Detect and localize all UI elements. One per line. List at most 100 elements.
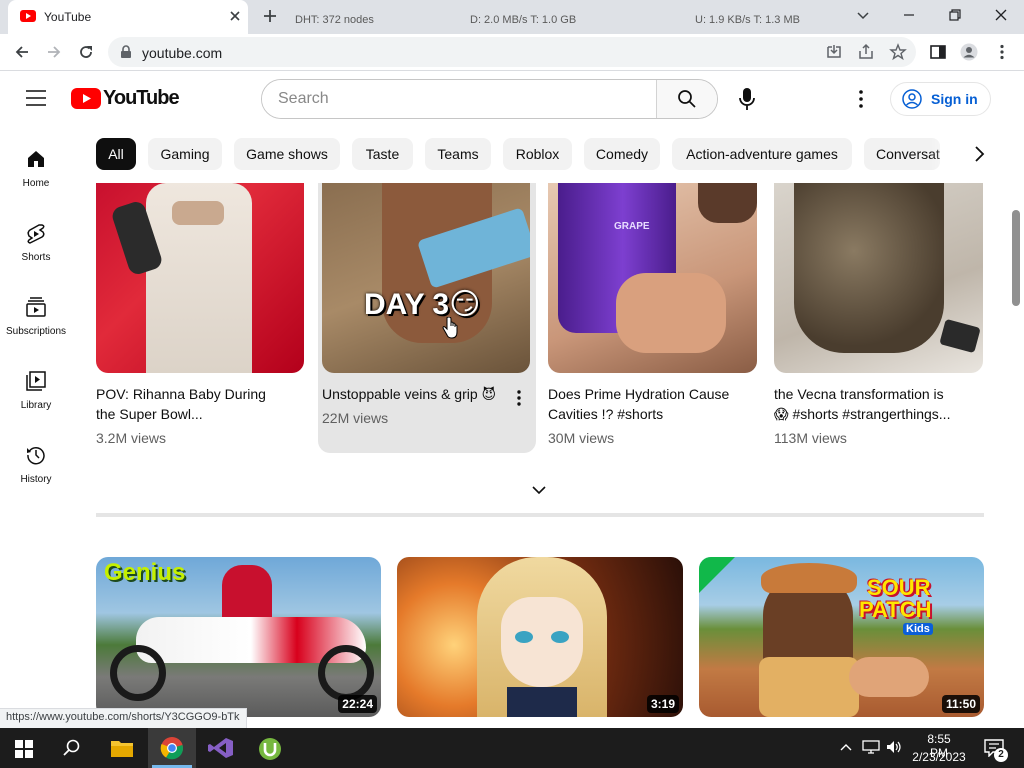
shorts-icon xyxy=(27,224,45,244)
more-actions-icon[interactable] xyxy=(511,389,527,407)
anime-face-shape xyxy=(501,597,583,687)
restore-icon[interactable] xyxy=(948,8,962,22)
search-icon xyxy=(678,90,696,108)
profile-avatar-icon[interactable] xyxy=(960,43,978,61)
sidebar-item-label: Subscriptions xyxy=(5,326,67,337)
search-box[interactable] xyxy=(261,79,718,119)
short-thumbnail[interactable]: GRAPE xyxy=(548,183,757,373)
browser-tab[interactable]: YouTube xyxy=(8,0,248,34)
view-count: 3.2M views xyxy=(96,430,167,446)
view-count: 30M views xyxy=(548,430,615,446)
search-button[interactable] xyxy=(656,80,717,118)
address-bar[interactable] xyxy=(108,37,916,67)
torrent-dht-status: DHT: 372 nodes xyxy=(295,14,374,26)
minimize-icon[interactable] xyxy=(902,8,916,22)
window-close-icon[interactable] xyxy=(994,8,1008,22)
figure-shape xyxy=(172,201,224,225)
duration-badge: 3:19 xyxy=(646,695,679,713)
short-title[interactable]: Unstoppable veins & grip 😈 xyxy=(322,384,502,404)
account-circle-icon xyxy=(902,89,922,109)
chevron-down-icon[interactable] xyxy=(856,8,870,22)
scrollbar-thumb[interactable] xyxy=(1012,210,1020,306)
short-title[interactable]: Does Prime Hydration Cause Cavities !? #… xyxy=(548,384,748,424)
address-text[interactable]: youtube.com xyxy=(142,45,222,61)
sidebar-item-shorts[interactable]: Shorts xyxy=(0,214,72,270)
hand-shape xyxy=(849,657,929,697)
back-icon[interactable] xyxy=(13,43,31,61)
volume-icon[interactable] xyxy=(886,740,902,754)
sidebar-item-subscriptions[interactable]: Subscriptions xyxy=(0,288,72,344)
forward-icon[interactable] xyxy=(45,43,63,61)
home-icon xyxy=(28,151,44,167)
video-thumbnail[interactable]: SOUR PATCH Kids 11:50 xyxy=(699,557,984,717)
history-icon xyxy=(27,446,45,465)
sidebar-item-history[interactable]: History xyxy=(0,436,72,492)
chip-roblox[interactable]: Roblox xyxy=(503,138,572,170)
short-title[interactable]: POV: Rihanna Baby During the Super Bowl.… xyxy=(96,384,296,424)
lock-icon[interactable] xyxy=(120,45,132,59)
visual-studio-icon[interactable] xyxy=(208,737,234,759)
chip-teams[interactable]: Teams xyxy=(425,138,491,170)
short-title[interactable]: the Vecna transformation is 😱 #shorts #s… xyxy=(774,384,974,424)
more-options-icon[interactable] xyxy=(852,89,870,109)
view-count: 22M views xyxy=(322,410,389,426)
close-tab-icon[interactable] xyxy=(226,7,244,25)
subscriptions-icon xyxy=(26,297,46,317)
install-app-icon[interactable] xyxy=(825,43,843,61)
chip-taste[interactable]: Taste xyxy=(352,138,413,170)
sidebar-item-label: Home xyxy=(22,178,50,189)
chevron-right-icon[interactable] xyxy=(972,145,986,163)
youtube-favicon-icon xyxy=(20,10,36,22)
hamburger-menu-icon[interactable] xyxy=(26,90,46,106)
youtube-logo[interactable]: YouTube xyxy=(71,87,180,111)
new-tab-icon[interactable] xyxy=(262,8,278,24)
utorrent-icon[interactable] xyxy=(258,737,282,761)
hat-shape xyxy=(761,563,857,593)
chip-gaming[interactable]: Gaming xyxy=(148,138,222,170)
chip-action-adventure-games[interactable]: Action-adventure games xyxy=(672,138,852,170)
chip-game-shows[interactable]: Game shows xyxy=(234,138,340,170)
taskbar-search-icon[interactable] xyxy=(63,739,81,757)
side-panel-icon[interactable] xyxy=(929,43,947,61)
screen: YouTube youtube.com YouTube Search Sign … xyxy=(0,0,1024,768)
wheel-shape xyxy=(318,645,374,701)
sign-in-button[interactable]: Sign in xyxy=(890,82,991,116)
share-icon[interactable] xyxy=(857,43,875,61)
sidebar-item-home[interactable]: Home xyxy=(0,140,72,196)
reload-icon[interactable] xyxy=(77,43,95,61)
bookmark-star-icon[interactable] xyxy=(889,43,907,61)
network-icon[interactable] xyxy=(862,740,880,754)
tray-chevron-up-icon[interactable] xyxy=(840,742,852,752)
show-more-chevron-icon[interactable] xyxy=(531,484,547,496)
video-thumbnail[interactable]: Genius 22:24 xyxy=(96,557,381,717)
clock-date[interactable]: 2/23/2023 xyxy=(909,750,969,764)
windows-start-icon[interactable] xyxy=(15,740,33,758)
thumbnail-caption: GRAPE xyxy=(614,221,650,232)
taskbar-active-app[interactable] xyxy=(148,728,196,768)
phone-shape xyxy=(939,318,981,354)
thumbnail-caption: Genius xyxy=(104,559,186,586)
clothing-shape xyxy=(759,657,859,717)
chip-all[interactable]: All xyxy=(96,138,136,170)
wheel-shape xyxy=(110,645,166,701)
torrent-upload-status: U: 1.9 KB/s T: 1.3 MB xyxy=(695,14,800,26)
chip-conversation[interactable]: Conversat xyxy=(864,138,940,170)
thumbnail-caption: PATCH xyxy=(859,597,932,622)
search-input[interactable] xyxy=(262,80,656,118)
short-thumbnail[interactable]: DAY 3😏 xyxy=(322,183,530,373)
duration-badge: 11:50 xyxy=(941,695,980,713)
short-thumbnail[interactable] xyxy=(774,183,983,373)
hand-shape xyxy=(616,273,726,353)
short-thumbnail[interactable] xyxy=(96,183,304,373)
video-thumbnail[interactable]: 3:19 xyxy=(397,557,683,717)
file-explorer-icon[interactable] xyxy=(110,738,134,758)
status-url-bubble: https://www.youtube.com/shorts/Y3CGGO9-b… xyxy=(0,708,247,728)
microphone-icon[interactable] xyxy=(738,87,756,111)
sidebar-item-label: Library xyxy=(20,400,52,411)
thumbnail-caption: DAY 3😏 xyxy=(364,288,481,321)
tab-title: YouTube xyxy=(44,10,92,24)
sidebar-item-library[interactable]: Library xyxy=(0,362,72,418)
chip-comedy[interactable]: Comedy xyxy=(584,138,660,170)
chrome-menu-icon[interactable] xyxy=(993,43,1011,61)
thumbnail-caption: Kids xyxy=(903,623,933,635)
